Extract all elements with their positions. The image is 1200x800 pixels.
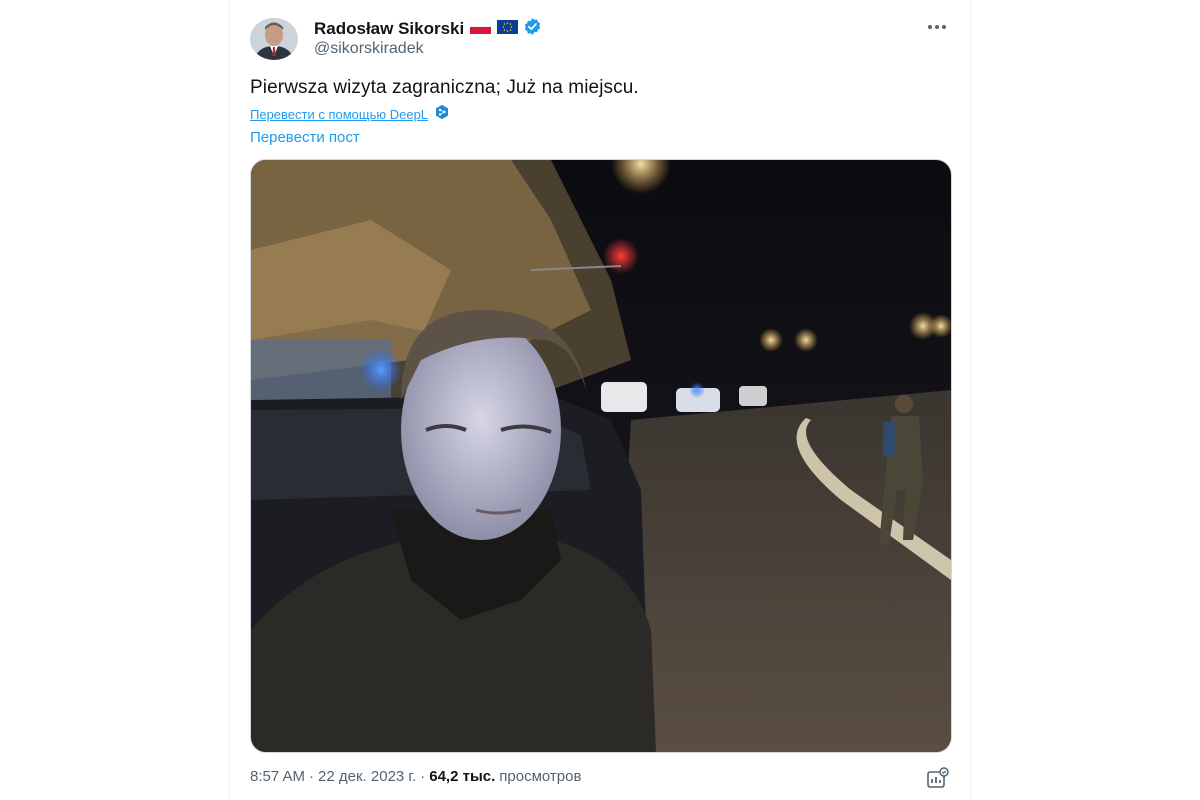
- tweet-date[interactable]: 22 дек. 2023 г.: [318, 768, 416, 785]
- tweet-footer: 8:57 AM · 22 дек. 2023 г. · 64,2 тыс. пр…: [250, 768, 581, 785]
- analytics-icon[interactable]: [926, 767, 950, 794]
- author-name[interactable]: Radosław Sikorski: [314, 19, 464, 39]
- eu-flag-icon: [497, 19, 519, 39]
- author-name-row: Radosław Sikorski: [314, 18, 542, 40]
- views-count: 64,2 тыс.: [429, 768, 496, 785]
- more-horizontal-icon[interactable]: [926, 16, 948, 38]
- views-label: просмотров: [499, 768, 582, 785]
- verified-badge-icon[interactable]: [523, 17, 542, 41]
- translate-deepl-row: Перевести с помощью DeepL: [250, 104, 450, 125]
- author-handle[interactable]: @sikorskiradek: [314, 40, 424, 58]
- footer-separator: ·: [309, 768, 315, 785]
- tweet-card: Radosław Sikorski @sikorskiradek Pierwsz…: [229, 0, 971, 800]
- poland-flag-icon: [469, 19, 492, 39]
- translate-deepl-link[interactable]: Перевести с помощью DeepL: [250, 107, 428, 122]
- translate-post-button[interactable]: Перевести пост: [250, 129, 360, 146]
- tweet-time[interactable]: 8:57 AM: [250, 768, 305, 785]
- deepl-icon: [434, 104, 450, 125]
- footer-separator-2: ·: [420, 768, 426, 785]
- tweet-photo[interactable]: [250, 159, 952, 753]
- tweet-text: Pierwsza wizyta zagraniczna; Już na miej…: [250, 77, 639, 98]
- avatar[interactable]: [250, 18, 298, 60]
